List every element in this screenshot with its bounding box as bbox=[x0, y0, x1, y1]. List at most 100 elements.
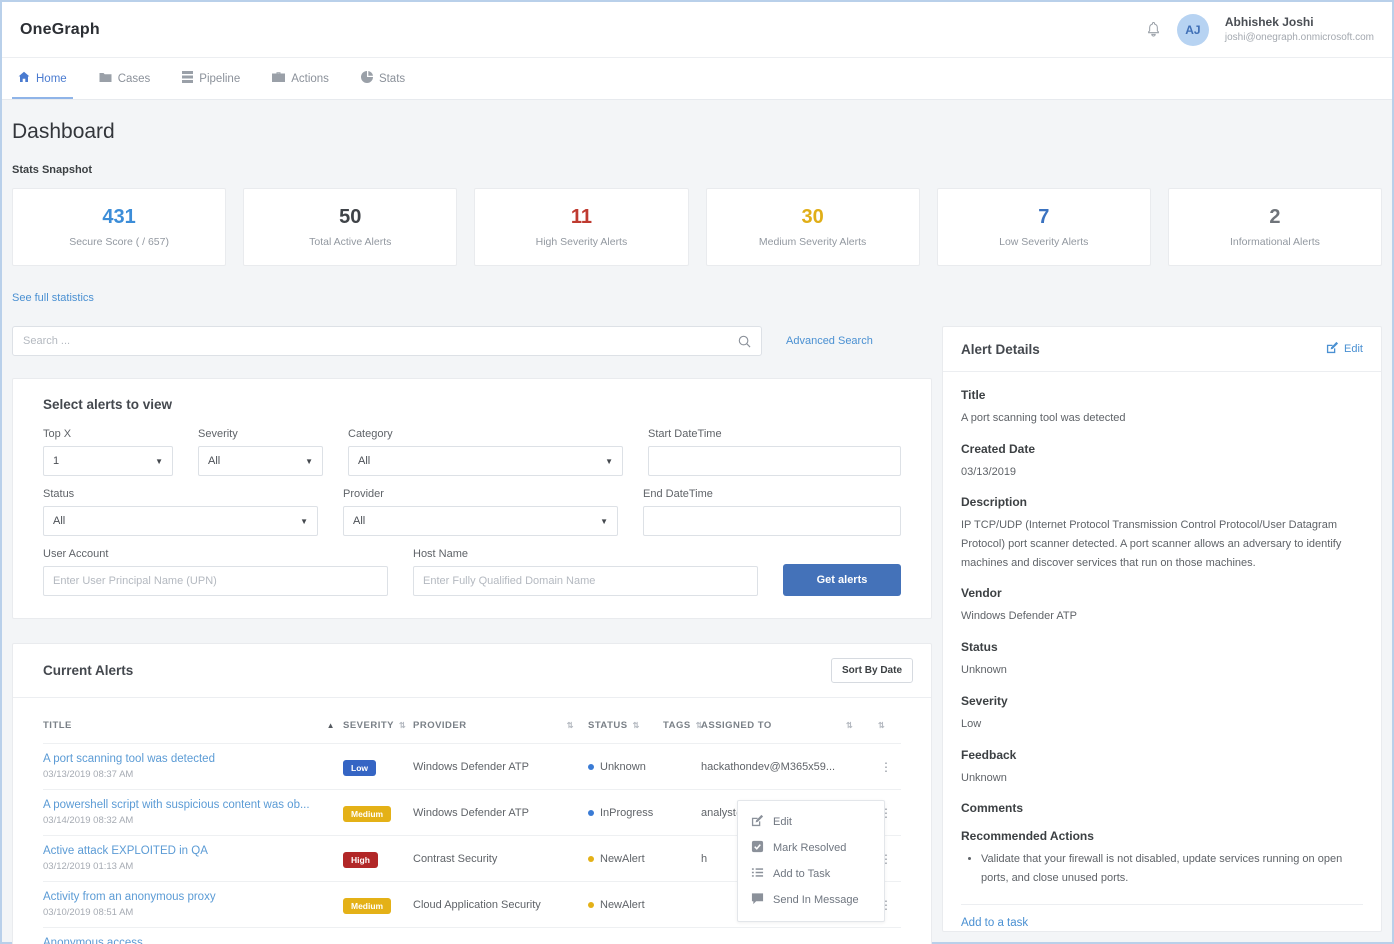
stat-caption: High Severity Alerts bbox=[536, 236, 628, 248]
menu-item-label: Mark Resolved bbox=[773, 842, 846, 854]
field-host-name: Host Name bbox=[413, 548, 758, 596]
field-status: Status All ▼ bbox=[43, 488, 318, 536]
alerts-table-header: TITLE ▲ SEVERITY ⇅ PROVIDER ⇅ STATUS bbox=[43, 698, 901, 743]
detail-label: Feedback bbox=[961, 748, 1363, 762]
filter-row-3: User Account Host Name Get alerts bbox=[43, 548, 901, 596]
stat-value: 11 bbox=[571, 206, 592, 229]
user-info[interactable]: Abhishek Joshi joshi@onegraph.onmicrosof… bbox=[1225, 15, 1374, 44]
alert-title-link[interactable]: Anonymous access bbox=[43, 937, 343, 944]
sort-ascending-icon: ▲ bbox=[327, 721, 335, 730]
stat-caption: Medium Severity Alerts bbox=[759, 236, 866, 248]
nav-tab-home[interactable]: Home bbox=[16, 58, 69, 99]
status-text: NewAlert bbox=[600, 899, 651, 911]
category-select[interactable]: All ▼ bbox=[348, 446, 623, 476]
see-full-statistics-link[interactable]: See full statistics bbox=[12, 292, 94, 304]
column-header-tags[interactable]: TAGS ⇅ bbox=[663, 720, 701, 731]
notification-bell-icon[interactable] bbox=[1146, 22, 1161, 37]
field-label: Start DateTime bbox=[648, 428, 901, 440]
title-cell: A powershell script with suspicious cont… bbox=[43, 799, 343, 826]
field-label: Host Name bbox=[413, 548, 758, 560]
status-cell: Unknown bbox=[588, 761, 663, 773]
nav-tab-actions[interactable]: Actions bbox=[270, 58, 331, 99]
stat-card-total-active: 50 Total Active Alerts bbox=[243, 188, 457, 266]
end-datetime-input[interactable] bbox=[643, 506, 901, 536]
column-header-sort-1[interactable]: ⇅ bbox=[846, 721, 878, 730]
add-to-task-link[interactable]: Add to a task bbox=[961, 917, 1363, 929]
alert-title-link[interactable]: A powershell script with suspicious cont… bbox=[43, 799, 343, 811]
detail-value: Unknown bbox=[961, 661, 1363, 680]
stat-card-secure-score: 431 Secure Score ( / 657) bbox=[12, 188, 226, 266]
severity-select[interactable]: All ▼ bbox=[198, 446, 323, 476]
column-header-status[interactable]: STATUS ⇅ bbox=[588, 720, 663, 731]
column-header-assigned-to[interactable]: ASSIGNED TO bbox=[701, 720, 846, 731]
menu-item-mark-resolved[interactable]: Mark Resolved bbox=[738, 835, 884, 861]
select-value: All bbox=[53, 515, 65, 527]
search-input[interactable] bbox=[23, 335, 738, 347]
detail-label: Created Date bbox=[961, 442, 1363, 456]
stat-caption: Low Severity Alerts bbox=[999, 236, 1088, 248]
field-label: Status bbox=[43, 488, 318, 500]
severity-badge: Medium bbox=[343, 806, 391, 822]
nav-tab-pipeline[interactable]: Pipeline bbox=[180, 58, 242, 99]
alert-title-link[interactable]: Activity from an anonymous proxy bbox=[43, 891, 343, 903]
field-label: Provider bbox=[343, 488, 618, 500]
column-header-sort-2[interactable]: ⇅ bbox=[878, 721, 894, 730]
field-label: Category bbox=[348, 428, 623, 440]
menu-item-send-in-message[interactable]: Send In Message bbox=[738, 887, 884, 913]
status-select[interactable]: All ▼ bbox=[43, 506, 318, 536]
start-datetime-input[interactable] bbox=[648, 446, 901, 476]
stat-card-low-severity: 7 Low Severity Alerts bbox=[937, 188, 1151, 266]
alert-title-link[interactable]: A port scanning tool was detected bbox=[43, 753, 343, 765]
user-account-input[interactable] bbox=[43, 566, 388, 596]
detail-value: Windows Defender ATP bbox=[961, 607, 1363, 626]
column-header-provider[interactable]: PROVIDER ⇅ bbox=[413, 720, 588, 731]
column-header-title[interactable]: TITLE ▲ bbox=[43, 720, 343, 731]
main-nav: Home Cases Pipeline Actions Stats bbox=[2, 58, 1392, 100]
top-bar: OneGraph AJ Abhishek Joshi joshi@onegrap… bbox=[2, 2, 1392, 58]
severity-cell: Medium bbox=[343, 804, 413, 822]
stat-caption: Total Active Alerts bbox=[309, 236, 391, 248]
pencil-square-icon bbox=[751, 814, 764, 830]
field-start-datetime: Start DateTime bbox=[648, 428, 901, 476]
table-row: Anonymous access 03/11/2019 12:38 PM Med… bbox=[43, 927, 901, 944]
edit-label: Edit bbox=[1344, 343, 1363, 355]
nav-tab-cases[interactable]: Cases bbox=[97, 58, 153, 99]
column-label: PROVIDER bbox=[413, 720, 467, 731]
top-x-select[interactable]: 1 ▼ bbox=[43, 446, 173, 476]
sort-by-date-button[interactable]: Sort By Date bbox=[831, 658, 913, 683]
column-header-severity[interactable]: SEVERITY ⇅ bbox=[343, 720, 413, 731]
provider-select[interactable]: All ▼ bbox=[343, 506, 618, 536]
stats-row: 431 Secure Score ( / 657) 50 Total Activ… bbox=[12, 188, 1382, 266]
search-icon[interactable] bbox=[738, 335, 751, 348]
detail-label: Title bbox=[961, 388, 1363, 402]
menu-item-add-to-task[interactable]: Add to Task bbox=[738, 861, 884, 887]
menu-item-label: Add to Task bbox=[773, 868, 830, 880]
table-row: A port scanning tool was detected 03/13/… bbox=[43, 743, 901, 789]
column-label: ASSIGNED TO bbox=[701, 720, 772, 731]
page-title: Dashboard bbox=[12, 120, 1382, 144]
stat-card-medium-severity: 30 Medium Severity Alerts bbox=[706, 188, 920, 266]
top-bar-right: AJ Abhishek Joshi joshi@onegraph.onmicro… bbox=[1146, 14, 1374, 46]
host-name-input[interactable] bbox=[413, 566, 758, 596]
status-cell: NewAlert bbox=[588, 899, 663, 911]
alert-title-link[interactable]: Active attack EXPLOITED in QA bbox=[43, 845, 343, 857]
advanced-search-link[interactable]: Advanced Search bbox=[786, 335, 873, 347]
select-value: All bbox=[353, 515, 365, 527]
alert-date: 03/13/2019 08:37 AM bbox=[43, 769, 343, 780]
main-content: Dashboard Stats Snapshot 431 Secure Scor… bbox=[2, 100, 1392, 944]
current-alerts-title: Current Alerts bbox=[43, 663, 133, 678]
menu-item-edit[interactable]: Edit bbox=[738, 809, 884, 835]
row-menu-button[interactable]: ⋮ bbox=[878, 760, 894, 774]
nav-label: Actions bbox=[291, 73, 329, 85]
get-alerts-button[interactable]: Get alerts bbox=[783, 564, 901, 596]
checkbox-checked-icon bbox=[751, 840, 764, 856]
edit-alert-link[interactable]: Edit bbox=[1326, 341, 1363, 357]
stats-section-label: Stats Snapshot bbox=[12, 164, 1382, 176]
status-cell: NewAlert bbox=[588, 853, 663, 865]
stat-card-informational: 2 Informational Alerts bbox=[1168, 188, 1382, 266]
select-value: 1 bbox=[53, 455, 59, 467]
field-severity: Severity All ▼ bbox=[198, 428, 323, 476]
nav-tab-stats[interactable]: Stats bbox=[359, 58, 407, 99]
sort-icon: ⇅ bbox=[567, 721, 588, 730]
user-avatar[interactable]: AJ bbox=[1177, 14, 1209, 46]
